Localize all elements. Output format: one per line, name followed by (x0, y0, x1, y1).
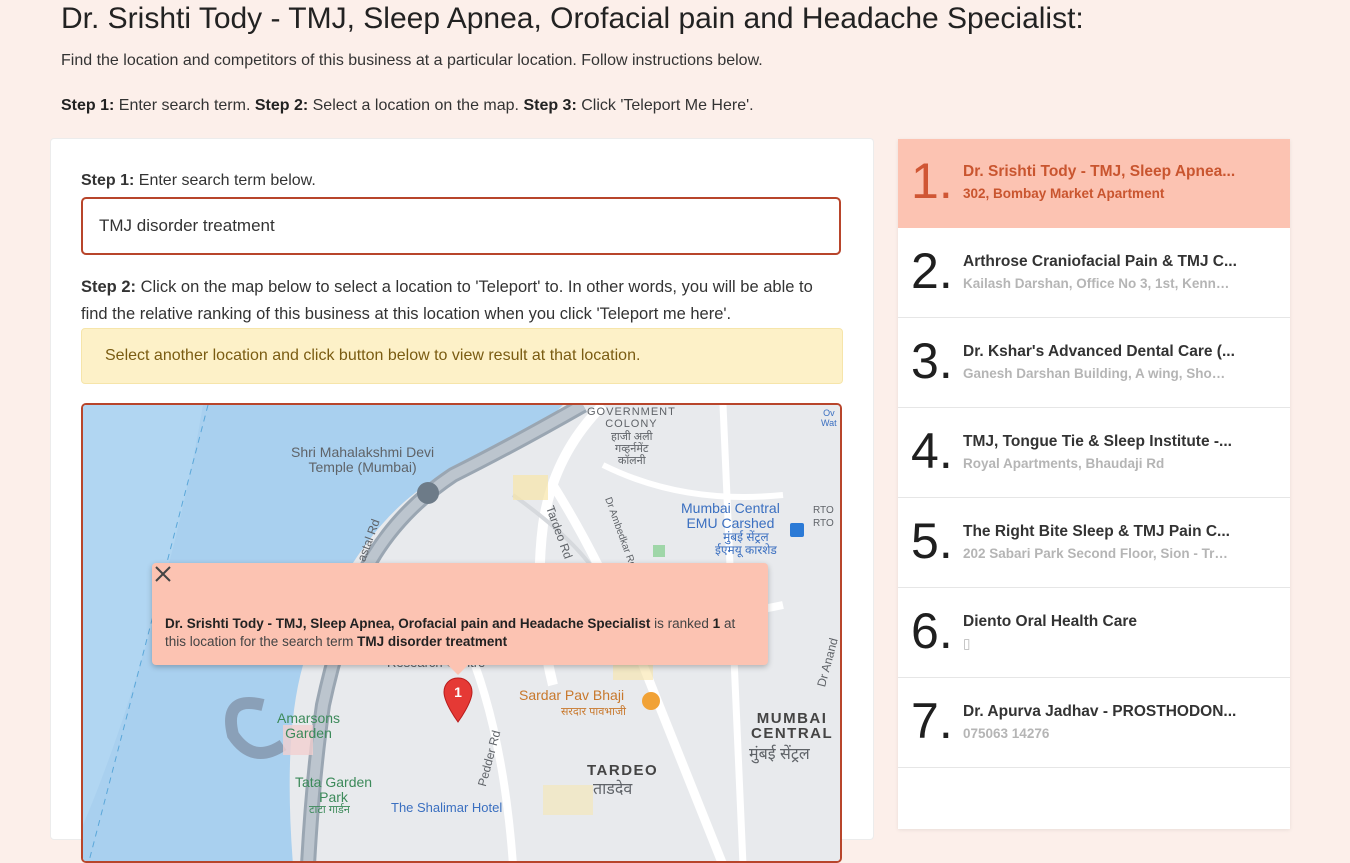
map-label-mumbai-central: MUMBAI CENTRAL (751, 710, 834, 742)
map-label-tata-garden-park: Tata Garden Park (295, 774, 373, 805)
popup-text-ranked: is ranked (650, 616, 713, 631)
map-label-rto: RTO RTO (813, 505, 834, 529)
business-name: Dr. Kshar's Advanced Dental Care (... (963, 343, 1235, 360)
business-name: The Right Bite Sleep & TMJ Pain C... (963, 523, 1230, 540)
popup-arrow (446, 663, 470, 675)
map-label-mumbai-central-emu-hindi: मुंबई सेंट्रल ईएमयू कारशेड (715, 530, 777, 557)
ranking-item-1[interactable]: 1 Dr. Srishti Tody - TMJ, Sleep Apnea...… (898, 139, 1290, 228)
map-label-government-colony-hindi: हाजी अली गव्हर्नमेंट कॉलनी (611, 431, 653, 467)
intro-text: Find the location and competitors of thi… (61, 52, 763, 69)
map-label-government-colony: GOVERNMENT COLONY (587, 406, 676, 430)
business-address: Kailash Darshan, Office No 3, 1st, Kenne… (963, 276, 1233, 291)
search-step-text: Enter search term below. (134, 172, 316, 189)
rank-number: 6 (911, 603, 953, 659)
business-address: 202 Sabari Park Second Floor, Sion - Tro… (963, 546, 1233, 561)
ranking-list: 1 Dr. Srishti Tody - TMJ, Sleep Apnea...… (898, 139, 1290, 829)
map-step-text: Click on the map below to select a locat… (81, 278, 813, 323)
business-address: Royal Apartments, Bhaudaji Rd (963, 456, 1165, 471)
ranking-item-2[interactable]: 2 Arthrose Craniofacial Pain & TMJ C... … (898, 229, 1290, 318)
popup-search-term: TMJ disorder treatment (357, 634, 508, 649)
popup-business-name: Dr. Srishti Tody - TMJ, Sleep Apnea, Oro… (165, 616, 651, 631)
step1-heading: Step 1: (61, 97, 115, 114)
business-name: TMJ, Tongue Tie & Sleep Institute -... (963, 433, 1232, 450)
rank-number: 7 (911, 693, 953, 749)
close-icon[interactable] (152, 563, 174, 585)
business-name: Arthrose Craniofacial Pain & TMJ C... (963, 253, 1237, 270)
ranking-item-4[interactable]: 4 TMJ, Tongue Tie & Sleep Institute -...… (898, 409, 1290, 498)
rank-number: 5 (911, 513, 953, 569)
map-step-heading: Step 2: (81, 278, 137, 296)
ranking-item-7[interactable]: 7 Dr. Apurva Jadhav - PROSTHODON... 0750… (898, 679, 1290, 768)
business-name: Diento Oral Health Care (963, 613, 1137, 630)
steps-instructions: Step 1: Enter search term. Step 2: Selec… (61, 97, 754, 115)
teleport-card: Step 1: Enter search term below. Step 2:… (50, 138, 874, 863)
map-label-tardeo: TARDEO (587, 762, 659, 779)
ranking-popup: Dr. Srishti Tody - TMJ, Sleep Apnea, Oro… (152, 563, 768, 675)
step3-instruction: Click 'Teleport Me Here'. (576, 97, 754, 114)
map-pin-label: 1 (454, 684, 462, 700)
ranking-item-5[interactable]: 5 The Right Bite Sleep & TMJ Pain C... 2… (898, 499, 1290, 588)
business-address: Ganesh Darshan Building, A wing, Shop n.… (963, 366, 1233, 381)
map-label-mumbai-central-hindi: मुंबई सेंट्रल (749, 746, 810, 763)
business-name: Dr. Apurva Jadhav - PROSTHODON... (963, 703, 1237, 720)
business-name: Dr. Srishti Tody - TMJ, Sleep Apnea... (963, 163, 1236, 180)
map-instructions: Step 2: Click on the map below to select… (81, 274, 843, 328)
map-label-oval-water: Ov Wat (821, 408, 837, 428)
map-label-shalimar-hotel: The Shalimar Hotel (391, 800, 503, 815)
rank-number: 3 (911, 333, 953, 389)
popup-message: Dr. Srishti Tody - TMJ, Sleep Apnea, Oro… (165, 615, 755, 651)
search-step-heading: Step 1: (81, 172, 135, 189)
step3-heading: Step 3: (523, 97, 577, 114)
map-label-sardar-pav-bhaji-hindi: सरदार पावभाजी (561, 706, 626, 718)
business-address: ▯ (963, 636, 971, 651)
location-map[interactable]: Shri Mahalakshmi Devi Temple (Mumbai) GO… (81, 403, 842, 863)
business-address: 075063 14276 (963, 726, 1050, 741)
ranking-item-6[interactable]: 6 Diento Oral Health Care ▯ (898, 589, 1290, 678)
step1-instruction: Enter search term. (114, 97, 255, 114)
map-label-tardeo-hindi: ताडदेव (593, 781, 633, 798)
location-alert: Select another location and click button… (81, 328, 843, 384)
rank-number: 4 (911, 423, 953, 479)
map-label-sardar-pav-bhaji: Sardar Pav Bhaji (519, 687, 625, 703)
step2-instruction: Select a location on the map. (308, 97, 524, 114)
business-address: 302, Bombay Market Apartment (963, 186, 1165, 201)
rank-number: 2 (911, 243, 953, 299)
ranking-item-3[interactable]: 3 Dr. Kshar's Advanced Dental Care (... … (898, 319, 1290, 408)
map-pin-rank-1[interactable]: 1 (443, 677, 473, 723)
page-title: Dr. Srishti Tody - TMJ, Sleep Apnea, Oro… (61, 2, 1084, 35)
step2-heading: Step 2: (254, 97, 309, 114)
map-label-amarsons-garden: Amarsons Garden (277, 710, 341, 741)
map-label-mumbai-central-emu: Mumbai Central EMU Carshed (681, 500, 780, 531)
map-label-mahalakshmi-temple: Shri Mahalakshmi Devi Temple (Mumbai) (291, 444, 435, 475)
rank-number: 1 (911, 153, 953, 209)
search-term-label: Step 1: Enter search term below. (81, 172, 316, 190)
search-term-input[interactable] (81, 197, 841, 255)
